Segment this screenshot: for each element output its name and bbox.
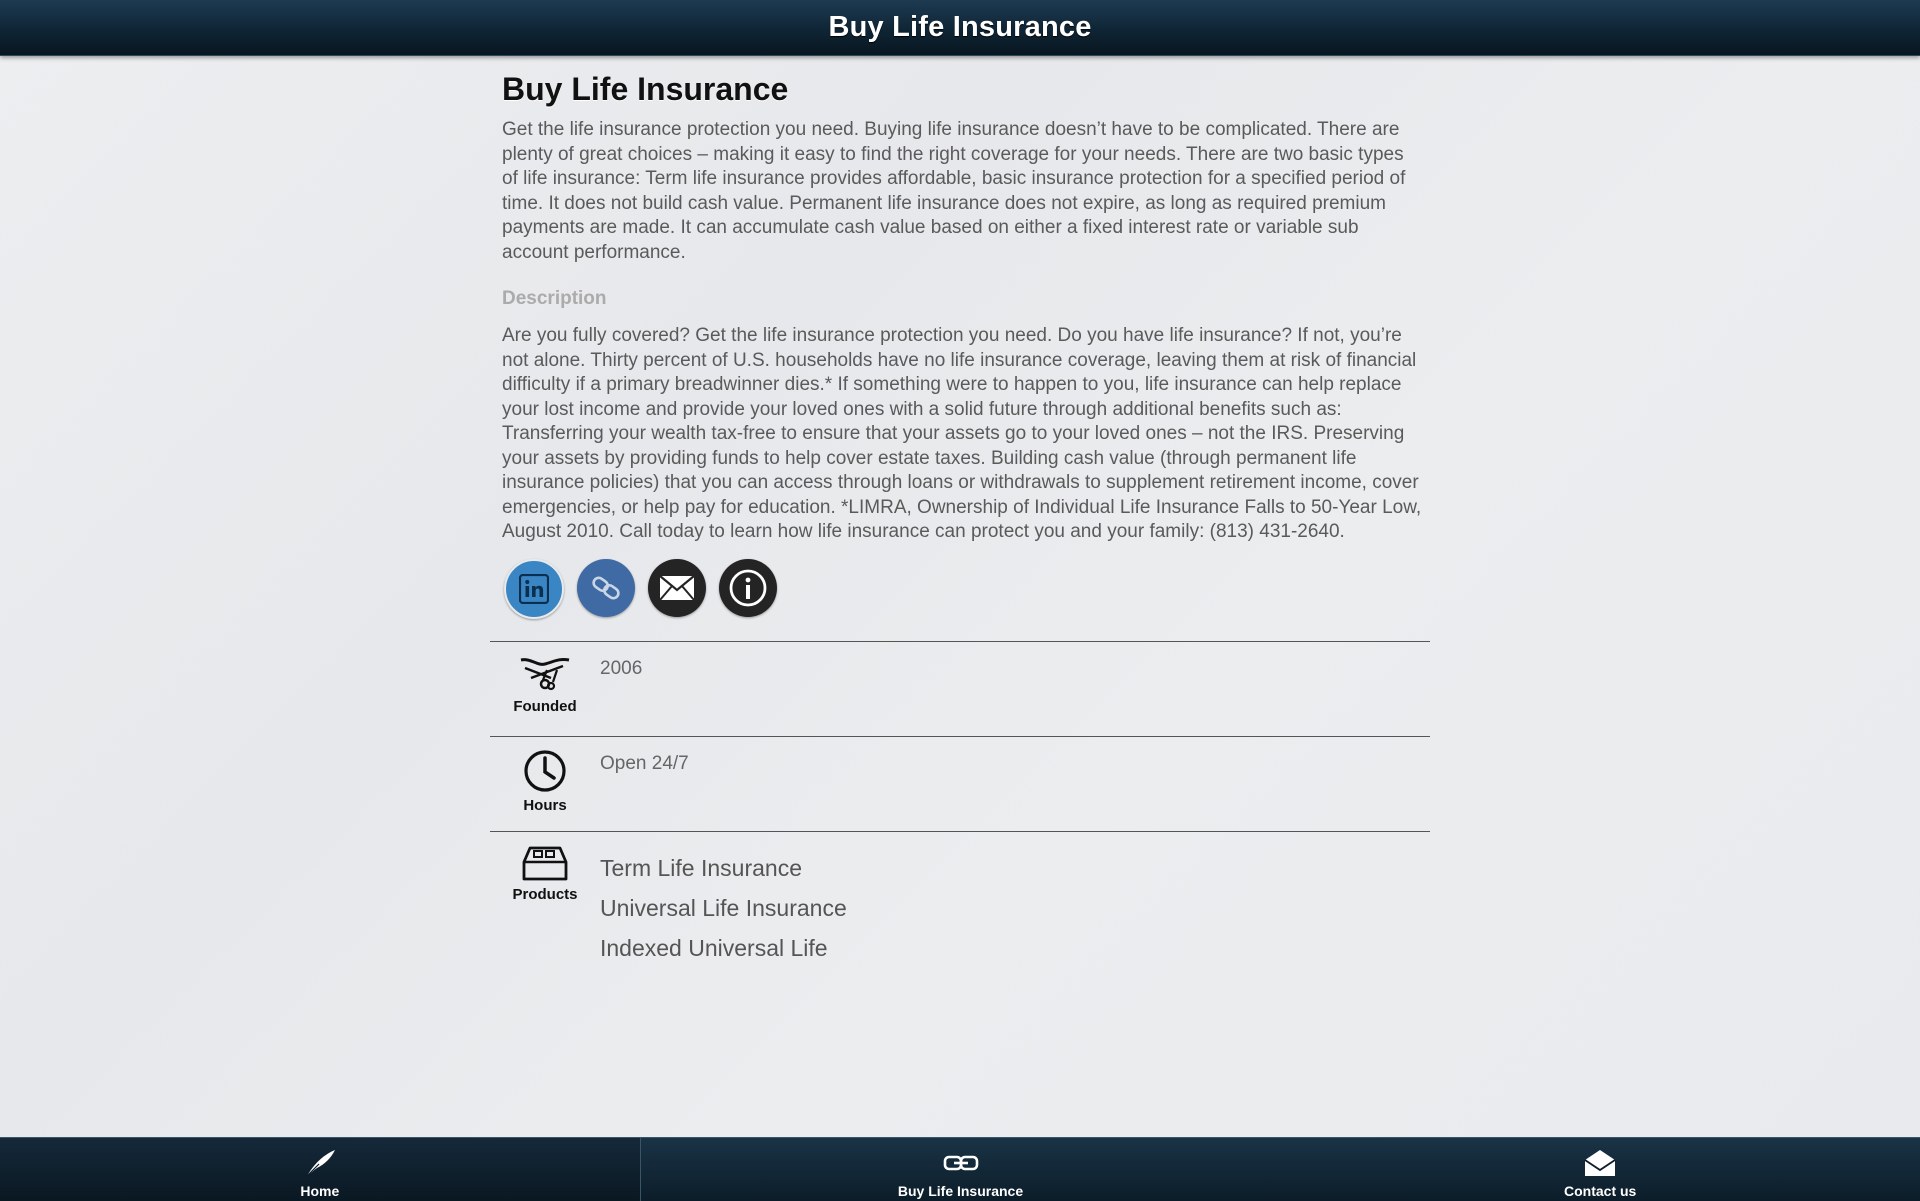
tab-home[interactable]: Home bbox=[0, 1138, 641, 1201]
products-list: Term Life Insurance Universal Life Insur… bbox=[600, 832, 847, 962]
hours-label: Hours bbox=[523, 796, 567, 814]
founded-row: Founded 2006 bbox=[490, 640, 1430, 736]
envelope-icon bbox=[1584, 1150, 1616, 1176]
info-button[interactable] bbox=[719, 558, 777, 617]
linkedin-button[interactable] bbox=[504, 558, 564, 619]
email-button[interactable] bbox=[648, 558, 706, 617]
app-header: Buy Life Insurance bbox=[0, 0, 1920, 56]
founded-value: 2006 bbox=[600, 657, 643, 679]
products-row: Products Term Life Insurance Universal L… bbox=[490, 830, 1430, 962]
ribbon-cutting-icon bbox=[520, 657, 570, 690]
social-buttons bbox=[504, 558, 1430, 619]
quill-icon bbox=[306, 1150, 335, 1177]
clock-icon bbox=[524, 749, 566, 792]
main-content: Buy Life Insurance Get the life insuranc… bbox=[490, 55, 1430, 962]
info-rows: Founded 2006 Hours Open 24/7 Products Te… bbox=[490, 640, 1430, 962]
description-heading: Description bbox=[502, 288, 607, 309]
tab-buy-life-insurance-label: Buy Life Insurance bbox=[897, 1183, 1024, 1199]
tab-contact-us[interactable]: Contact us bbox=[1280, 1138, 1920, 1201]
linkedin-icon bbox=[519, 573, 549, 604]
tab-home-label: Home bbox=[300, 1183, 340, 1199]
founded-label: Founded bbox=[513, 697, 577, 715]
tab-buy-life-insurance[interactable]: Buy Life Insurance bbox=[641, 1138, 1281, 1201]
product-item: Indexed Universal Life bbox=[600, 934, 828, 961]
bottom-tab-bar: Home Buy Life Insurance Contact us bbox=[0, 1137, 1920, 1201]
products-label: Products bbox=[512, 885, 578, 903]
website-link-button[interactable] bbox=[577, 558, 635, 617]
info-icon bbox=[729, 569, 767, 606]
page-title: Buy Life Insurance bbox=[502, 71, 789, 107]
link-icon bbox=[592, 576, 620, 599]
link-icon bbox=[943, 1155, 978, 1171]
product-item: Term Life Insurance bbox=[600, 854, 802, 881]
description-text: Are you fully covered? Get the life insu… bbox=[502, 325, 1422, 542]
intro-text: Get the life insurance protection you ne… bbox=[502, 119, 1406, 263]
hours-row: Hours Open 24/7 bbox=[490, 735, 1430, 831]
products-box-icon bbox=[522, 846, 568, 880]
hours-value: Open 24/7 bbox=[600, 752, 689, 774]
header-title: Buy Life Insurance bbox=[828, 11, 1092, 43]
tab-contact-us-label: Contact us bbox=[1564, 1183, 1637, 1199]
email-icon bbox=[659, 574, 695, 601]
product-item: Universal Life Insurance bbox=[600, 894, 847, 921]
